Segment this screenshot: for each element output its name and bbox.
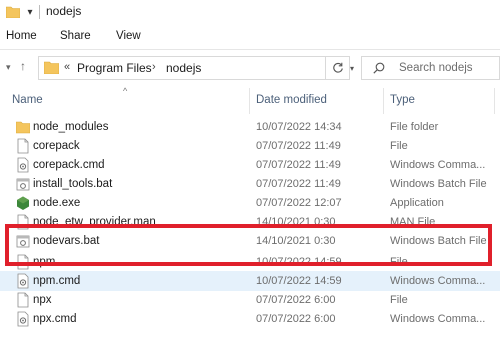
breadcrumb-nodejs[interactable]: nodejs [166,61,201,75]
file-date: 07/07/2022 6:00 [256,313,336,325]
file-type: Windows Comma... [390,275,486,287]
column-divider[interactable] [494,88,495,114]
file-date: 14/10/2021 0:30 [256,216,336,228]
file-name: node_modules [33,121,109,133]
file-name: corepack.cmd [33,159,105,171]
file-type: Windows Batch File [390,235,487,247]
column-name[interactable]: Name [12,94,43,106]
file-type: MAN File [390,216,436,228]
file-type: File [390,256,408,268]
cmd-file-icon [17,273,29,289]
file-type: File [390,294,408,306]
cmd-file-icon [17,157,29,173]
file-type: File folder [390,121,439,133]
file-date: 07/07/2022 11:49 [256,140,341,152]
navigation-bar: ▾ ↑ « Program Files › nodejs ▾ Search no… [0,50,500,86]
file-row[interactable]: corepack.cmd 07/07/2022 11:49 Windows Co… [0,155,500,175]
file-type: Windows Comma... [390,313,486,325]
file-row-selected[interactable]: npm.cmd 10/07/2022 14:59 Windows Comma..… [0,271,500,291]
column-divider[interactable] [383,88,384,114]
file-date: 10/07/2022 14:59 [256,256,342,268]
folder-icon [16,121,30,134]
file-icon [17,138,29,154]
file-name: node.exe [33,197,81,209]
file-date: 14/10/2021 0:30 [256,235,336,247]
node-exe-icon [17,196,29,210]
title-divider [39,5,40,19]
file-date: 10/07/2022 14:59 [256,275,342,287]
file-type: File [390,140,408,152]
breadcrumb-program-files[interactable]: Program Files [77,61,152,75]
file-row[interactable]: corepack 07/07/2022 11:49 File [0,136,500,156]
recent-locations-chevron-icon[interactable]: ▾ [6,62,11,73]
cmd-file-icon [17,311,29,327]
refresh-icon [332,62,343,73]
tab-home[interactable]: Home [6,30,37,42]
refresh-button[interactable] [326,56,350,80]
file-date: 07/07/2022 6:00 [256,294,336,306]
up-arrow-icon[interactable]: ↑ [20,59,26,73]
file-icon [17,292,29,308]
file-row[interactable]: nodevars.bat 14/10/2021 0:30 Windows Bat… [0,231,500,251]
column-divider[interactable] [249,88,250,114]
column-date-modified[interactable]: Date modified [256,94,327,106]
file-name: nodevars.bat [33,235,100,247]
file-name: npm.cmd [33,275,81,287]
ribbon-tabs: Home Share View [0,26,500,50]
column-type[interactable]: Type [390,94,415,106]
file-row[interactable]: npm 10/07/2022 14:59 File [0,252,500,272]
address-bar[interactable]: « Program Files › nodejs ▾ [38,56,354,80]
file-name: npx.cmd [33,313,77,325]
file-name: install_tools.bat [33,178,113,190]
search-input[interactable]: Search nodejs [399,62,473,74]
file-row[interactable]: install_tools.bat 07/07/2022 11:49 Windo… [0,174,500,194]
bat-file-icon [16,235,30,248]
address-overflow-icon[interactable]: « [64,61,70,73]
file-date: 10/07/2022 14:34 [256,121,342,133]
file-date: 07/07/2022 11:49 [256,159,341,171]
breadcrumb-separator-icon[interactable]: › [152,61,156,73]
window-title: nodejs [46,4,82,18]
file-type: Windows Batch File [390,178,487,190]
tab-view[interactable]: View [116,30,141,42]
file-row[interactable]: node_etw_provider.man 14/10/2021 0:30 MA… [0,212,500,232]
file-date: 07/07/2022 11:49 [256,178,341,190]
file-name: npx [33,294,52,306]
file-type: Application [390,197,444,209]
sort-ascending-icon: ^ [123,86,128,96]
title-bar: ▾ nodejs [0,0,500,26]
file-type: Windows Comma... [390,159,486,171]
search-icon [373,62,385,74]
column-header: ^ Name Date modified Type [0,86,500,114]
file-name: npm [33,256,56,268]
folder-icon [44,61,59,74]
file-name: node_etw_provider.man [33,216,156,228]
file-icon [17,254,29,270]
folder-icon [6,6,20,18]
file-icon [17,214,29,230]
search-box[interactable]: Search nodejs [361,56,500,80]
file-row[interactable]: node.exe 07/07/2022 12:07 Application [0,193,500,213]
file-row[interactable]: node_modules 10/07/2022 14:34 File folde… [0,117,500,137]
bat-file-icon [16,178,30,191]
quick-access-dropdown-icon[interactable]: ▾ [24,4,36,20]
tab-share[interactable]: Share [60,30,91,42]
file-name: corepack [33,140,80,152]
file-row[interactable]: npx 07/07/2022 6:00 File [0,290,500,310]
file-row[interactable]: npx.cmd 07/07/2022 6:00 Windows Comma... [0,309,500,329]
file-date: 07/07/2022 12:07 [256,197,342,209]
